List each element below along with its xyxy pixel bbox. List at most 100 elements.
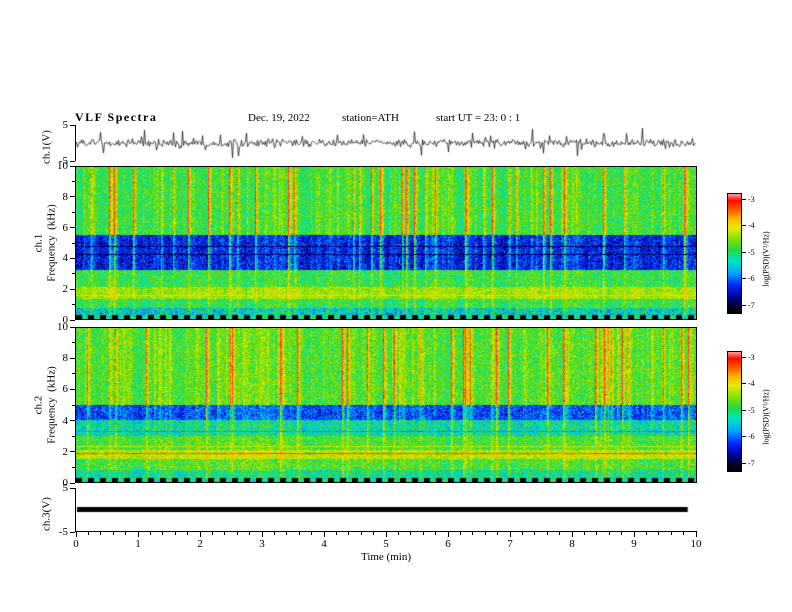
ch1-spec-y-tick-label: 8 — [62, 190, 69, 203]
x-axis-minor-tick — [249, 532, 251, 535]
ch2-spec-y-tick-label: 2 — [62, 445, 69, 458]
x-axis-minor-tick — [658, 532, 660, 535]
figure-date: Dec. 19, 2022 — [248, 112, 310, 124]
x-axis-tick-label: 3 — [259, 538, 265, 550]
colorbar-ch1-label-text: log(PSD)(V²/Hz) — [761, 231, 771, 287]
x-axis-minor-tick — [534, 532, 536, 535]
ch1-spec-y-tick-label: 4 — [62, 252, 69, 265]
colorbar-ch1-tick-label: -4 — [748, 221, 755, 231]
x-axis-major-tick — [75, 532, 77, 537]
x-axis-minor-tick — [621, 532, 623, 535]
colorbar-ch1-tick-label: -3 — [748, 194, 755, 204]
x-axis-minor-tick — [459, 532, 461, 535]
x-axis-minor-tick — [187, 532, 189, 535]
colorbar-ch2-tick-label: -7 — [748, 458, 755, 468]
x-axis-minor-tick — [224, 532, 226, 535]
colorbar-ch1-tick — [742, 225, 746, 227]
ch2-spec-y-axis-label-text: ch.2 Frequency (kHz) — [32, 366, 57, 444]
x-axis-minor-tick — [162, 532, 164, 535]
x-axis-tick-label: 7 — [507, 538, 513, 550]
colorbar-ch2-canvas — [728, 352, 741, 471]
colorbar-ch1-tick — [742, 198, 746, 200]
colorbar-ch2-tick-label: -5 — [748, 405, 755, 415]
ch2-spec-y-minor-tick — [72, 435, 75, 437]
x-axis-minor-tick — [596, 532, 598, 535]
ch2-spec-y-minor-tick — [72, 342, 75, 344]
figure-title: VLF Spectra — [75, 110, 158, 124]
colorbar-ch2-tick — [742, 462, 746, 464]
ch1-spectrogram-canvas — [76, 167, 696, 319]
x-axis-minor-tick — [546, 532, 548, 535]
x-axis-major-tick — [137, 532, 139, 537]
ch1-wave-y-tick — [70, 124, 75, 126]
ch1-spec-y-tick — [70, 257, 75, 259]
ch3-waveform-canvas — [76, 488, 696, 531]
x-axis-minor-tick — [286, 532, 288, 535]
x-axis-minor-tick — [125, 532, 127, 535]
x-axis-minor-tick — [683, 532, 685, 535]
ch2-spec-y-tick-label: 4 — [62, 414, 69, 427]
x-axis-tick-label: 4 — [321, 538, 327, 550]
x-axis-minor-tick — [397, 532, 399, 535]
ch1-spectrogram-panel — [75, 166, 697, 320]
colorbar-ch2-tick — [742, 409, 746, 411]
x-axis-tick-label: 5 — [383, 538, 389, 550]
x-axis-minor-tick — [559, 532, 561, 535]
ch1-spec-y-tick — [70, 319, 75, 321]
ch1-spec-y-tick-label: 6 — [62, 221, 69, 234]
colorbar-ch2-tick-label: -6 — [748, 432, 755, 442]
ch1-spec-y-minor-tick — [72, 180, 75, 182]
x-axis-minor-tick — [583, 532, 585, 535]
ch1-spec-y-tick — [70, 227, 75, 229]
ch1-spec-y-minor-tick — [72, 211, 75, 213]
ch3-wave-y-tick — [70, 531, 75, 533]
ch1-spec-y-minor-tick — [72, 273, 75, 275]
ch2-spec-y-tick-label: 8 — [62, 352, 69, 365]
ch2-spec-y-minor-tick — [72, 404, 75, 406]
x-axis-tick-label: 2 — [197, 538, 203, 550]
x-axis-minor-tick — [348, 532, 350, 535]
ch1-wave-y-tick-label: 5 — [62, 119, 69, 131]
x-axis-minor-tick — [410, 532, 412, 535]
x-axis-minor-tick — [112, 532, 114, 535]
x-axis-minor-tick — [608, 532, 610, 535]
ch2-spectrogram-canvas — [76, 328, 696, 482]
colorbar-ch2-tick — [742, 383, 746, 385]
ch3-wave-y-tick-label: -5 — [58, 526, 68, 538]
x-axis-major-tick — [695, 532, 697, 537]
colorbar-ch2-tick-label: -4 — [748, 379, 755, 389]
colorbar-ch1-tick — [742, 304, 746, 306]
ch1-wave-y-tick — [70, 160, 75, 162]
ch2-spec-y-tick — [70, 357, 75, 359]
x-axis-minor-tick — [521, 532, 523, 535]
x-axis-tick-label: 0 — [73, 538, 79, 550]
ch2-spec-y-tick-label: 6 — [62, 383, 69, 396]
x-axis-minor-tick — [298, 532, 300, 535]
x-axis-minor-tick — [273, 532, 275, 535]
ch1-spec-y-tick — [70, 288, 75, 290]
ch2-spec-y-minor-tick — [72, 466, 75, 468]
ch3-wave-y-tick-label: 5 — [62, 482, 69, 494]
x-axis-tick-label: 10 — [690, 538, 702, 550]
x-axis-minor-tick — [87, 532, 89, 535]
x-axis-minor-tick — [645, 532, 647, 535]
ch2-spec-y-tick — [70, 482, 75, 484]
x-axis-tick-label: 1 — [135, 538, 141, 550]
colorbar-ch1 — [727, 193, 742, 314]
ch1-spec-y-tick-label: 2 — [62, 283, 69, 296]
x-axis-major-tick — [447, 532, 449, 537]
ch1-spec-y-tick-label: 10 — [57, 160, 68, 172]
x-axis-major-tick — [261, 532, 263, 537]
x-axis-major-tick — [199, 532, 201, 537]
colorbar-ch2-tick — [742, 436, 746, 438]
colorbar-ch2 — [727, 351, 742, 472]
ch1-waveform-canvas — [76, 125, 696, 161]
ch2-spec-y-tick-label: 10 — [57, 321, 68, 333]
ch1-spec-y-axis-label-text: ch.1 Frequency (kHz) — [32, 204, 57, 282]
ch2-spec-y-tick — [70, 420, 75, 422]
colorbar-ch1-tick-label: -6 — [748, 274, 755, 284]
ch1-waveform-panel — [75, 125, 697, 161]
x-axis-minor-tick — [472, 532, 474, 535]
vlf-spectra-figure: VLF Spectra Dec. 19, 2022 station=ATH st… — [0, 0, 792, 612]
x-axis-major-tick — [509, 532, 511, 537]
